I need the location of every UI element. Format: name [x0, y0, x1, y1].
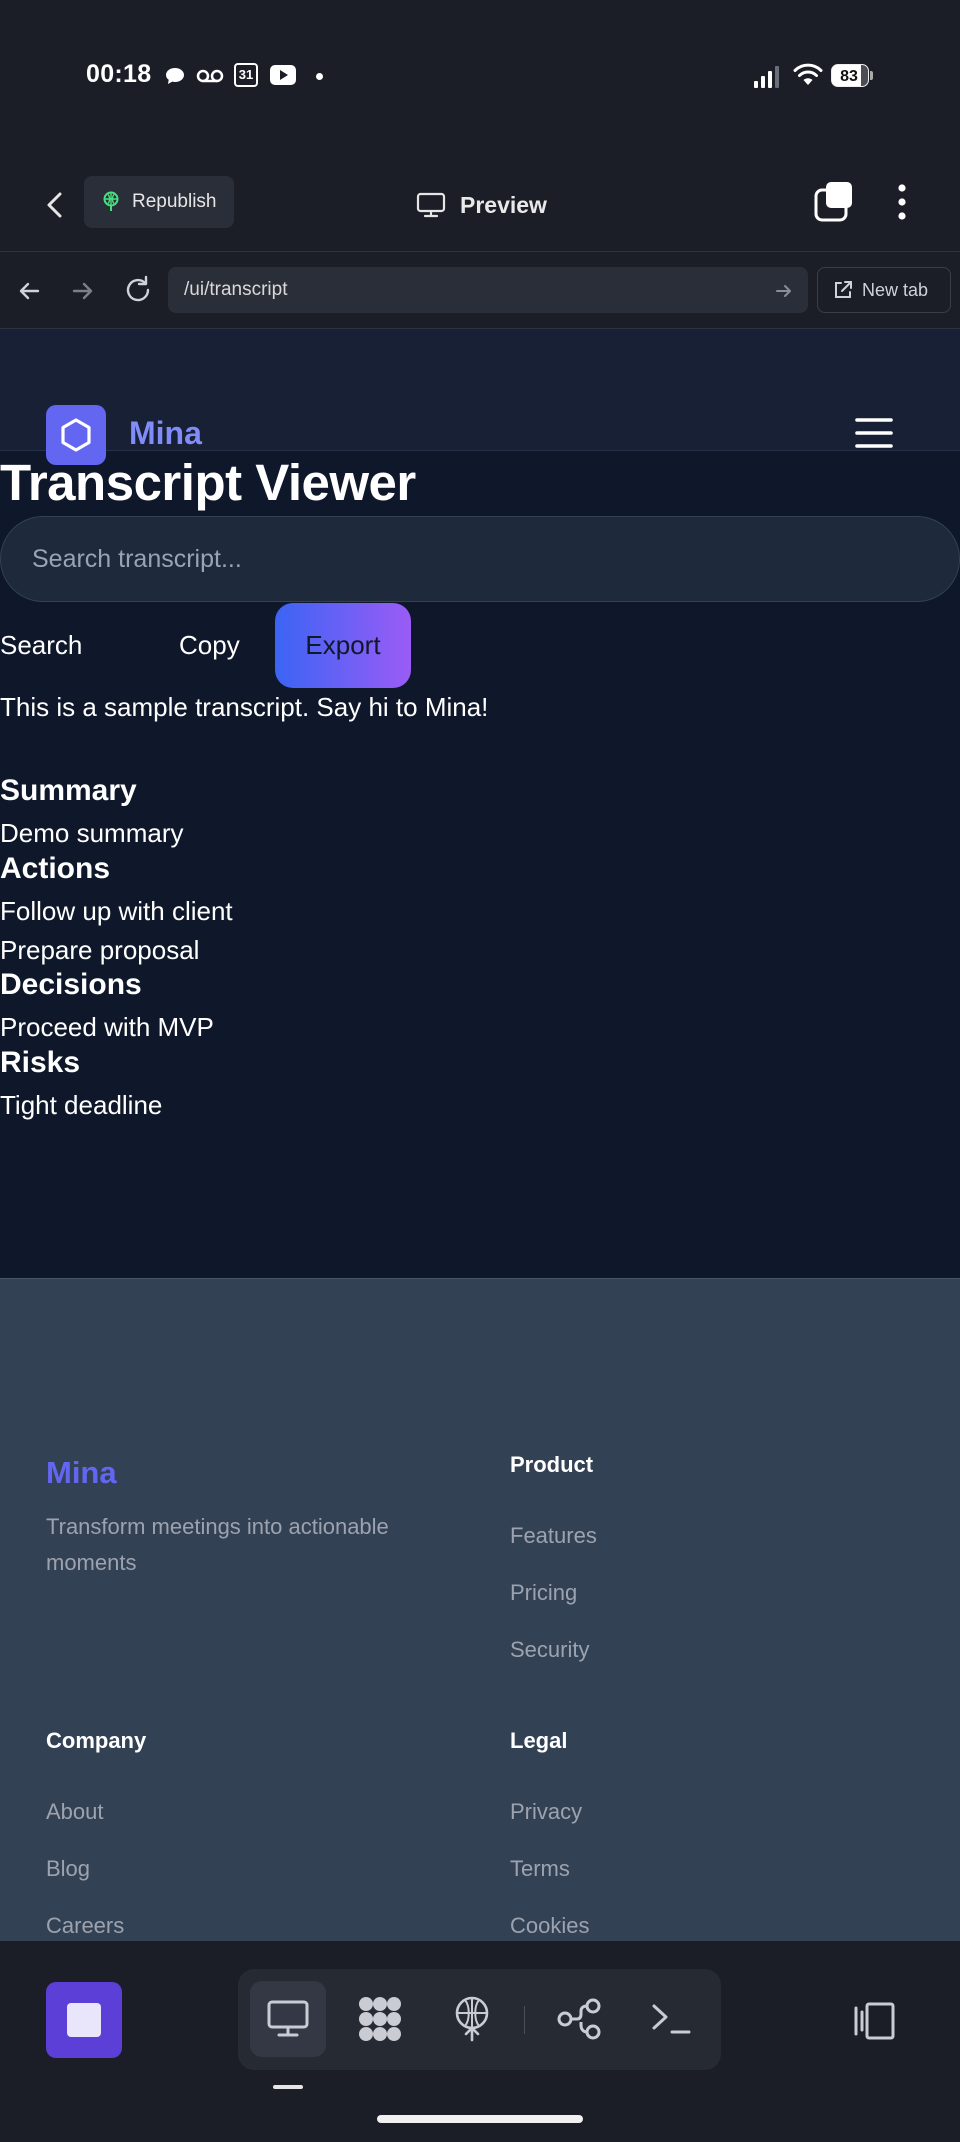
monitor-icon	[416, 192, 446, 218]
search-button[interactable]: Search	[0, 603, 112, 688]
export-button[interactable]: Export	[275, 603, 411, 688]
agents-icon	[359, 1997, 401, 2041]
menu-icon	[855, 418, 893, 448]
tabs-icon	[814, 182, 852, 222]
summary-item: Demo summary	[0, 818, 184, 848]
url-text: /ui/transcript	[184, 279, 288, 300]
more-vertical-icon	[898, 184, 906, 220]
dot-icon	[316, 73, 323, 80]
signal-icon	[754, 66, 782, 88]
footer-link-blog[interactable]: Blog	[46, 1856, 90, 1882]
bottom-toolbar	[0, 1941, 960, 2142]
battery-icon: 83	[831, 64, 874, 89]
agents-tool-button[interactable]	[342, 1981, 418, 2057]
footer-link-security[interactable]: Security	[510, 1637, 589, 1663]
footer-link-privacy[interactable]: Privacy	[510, 1799, 582, 1825]
web-page: Mina Transcript Viewer Search Copy Expor…	[0, 329, 960, 1941]
youtube-icon	[270, 65, 296, 85]
status-bar: 00:18 31 83	[0, 0, 960, 155]
nav-forward-button[interactable]	[68, 276, 98, 306]
arrow-left-icon	[19, 282, 40, 300]
deploy-tool-button[interactable]	[434, 1981, 510, 2057]
footer-link-careers[interactable]: Careers	[46, 1913, 124, 1939]
go-arrow-icon[interactable]	[774, 281, 794, 301]
hamburger-menu-button[interactable]	[854, 415, 894, 451]
republish-icon	[103, 191, 119, 211]
arrow-right-icon	[72, 282, 93, 300]
wifi-icon	[793, 63, 823, 87]
transcript-text: This is a sample transcript. Say hi to M…	[0, 692, 489, 722]
reload-icon	[126, 275, 150, 302]
action-item: Follow up with client	[0, 896, 233, 926]
footer-product-heading: Product	[510, 1452, 594, 1477]
footer-tagline: Transform meetings into actionable momen…	[46, 1514, 389, 1575]
voicemail-icon	[196, 64, 224, 88]
shell-tool-button[interactable]	[633, 1981, 709, 2057]
more-options-button[interactable]	[884, 180, 920, 224]
footer-link-pricing[interactable]: Pricing	[510, 1580, 577, 1606]
footer-brand[interactable]: Mina	[46, 1455, 117, 1491]
summary-heading: Summary	[0, 774, 137, 807]
copy-button[interactable]: Copy	[179, 603, 240, 688]
preview-tool-button[interactable]	[250, 1981, 326, 2057]
site-brand[interactable]: Mina	[129, 415, 202, 452]
battery-level: 83	[840, 68, 858, 85]
search-transcript-input[interactable]	[0, 516, 960, 602]
decision-item: Proceed with MVP	[0, 1012, 214, 1042]
page-title: Transcript Viewer	[0, 454, 416, 511]
hexagon-icon	[61, 418, 91, 452]
footer-company-heading: Company	[46, 1728, 147, 1753]
chevron-left-icon	[47, 192, 62, 218]
tabs-button[interactable]	[812, 180, 856, 224]
footer-link-terms[interactable]: Terms	[510, 1856, 570, 1882]
reload-button[interactable]	[122, 274, 154, 306]
decisions-heading: Decisions	[0, 968, 142, 1001]
back-button[interactable]	[36, 185, 76, 225]
footer-link-features[interactable]: Features	[510, 1523, 597, 1549]
new-tab-button[interactable]: New tab	[817, 267, 951, 313]
monitor-icon	[267, 2000, 309, 2037]
git-icon	[557, 1998, 601, 2040]
calendar-icon: 31	[234, 63, 258, 87]
browser-bar: /ui/transcript New tab	[0, 252, 960, 329]
url-bar[interactable]: /ui/transcript	[168, 267, 808, 313]
actions-heading: Actions	[0, 852, 111, 885]
risks-heading: Risks	[0, 1046, 81, 1079]
shell-icon	[652, 2004, 691, 2034]
action-item: Prepare proposal	[0, 935, 200, 965]
footer-link-cookies[interactable]: Cookies	[510, 1913, 589, 1939]
toolbar-divider	[524, 2006, 525, 2034]
deploy-icon	[455, 1996, 489, 2042]
git-tool-button[interactable]	[542, 1981, 618, 2057]
footer-legal-heading: Legal	[510, 1728, 568, 1753]
nav-back-button[interactable]	[14, 276, 44, 306]
home-indicator[interactable]	[377, 2115, 583, 2123]
app-top-bar: Republish Preview	[0, 155, 960, 252]
active-tool-indicator	[273, 2085, 303, 2089]
site-footer: Mina Transform meetings into actionable …	[0, 1278, 960, 1941]
tool-switcher	[238, 1969, 721, 2070]
stop-icon	[67, 2003, 101, 2037]
preview-label: Preview	[460, 191, 547, 218]
status-time: 00:18	[86, 60, 152, 88]
external-link-icon	[835, 281, 852, 298]
preview-title: Preview	[416, 185, 547, 225]
footer-link-about[interactable]: About	[46, 1799, 104, 1825]
speech-bubble-icon	[163, 64, 187, 88]
new-tab-label: New tab	[862, 279, 929, 300]
panel-layout-icon	[854, 2002, 895, 2040]
risk-item: Tight deadline	[0, 1090, 163, 1120]
republish-label: Republish	[132, 191, 217, 212]
republish-button[interactable]: Republish	[84, 176, 234, 228]
layout-toggle-button[interactable]	[848, 1996, 898, 2046]
stop-button[interactable]	[46, 1982, 122, 2058]
